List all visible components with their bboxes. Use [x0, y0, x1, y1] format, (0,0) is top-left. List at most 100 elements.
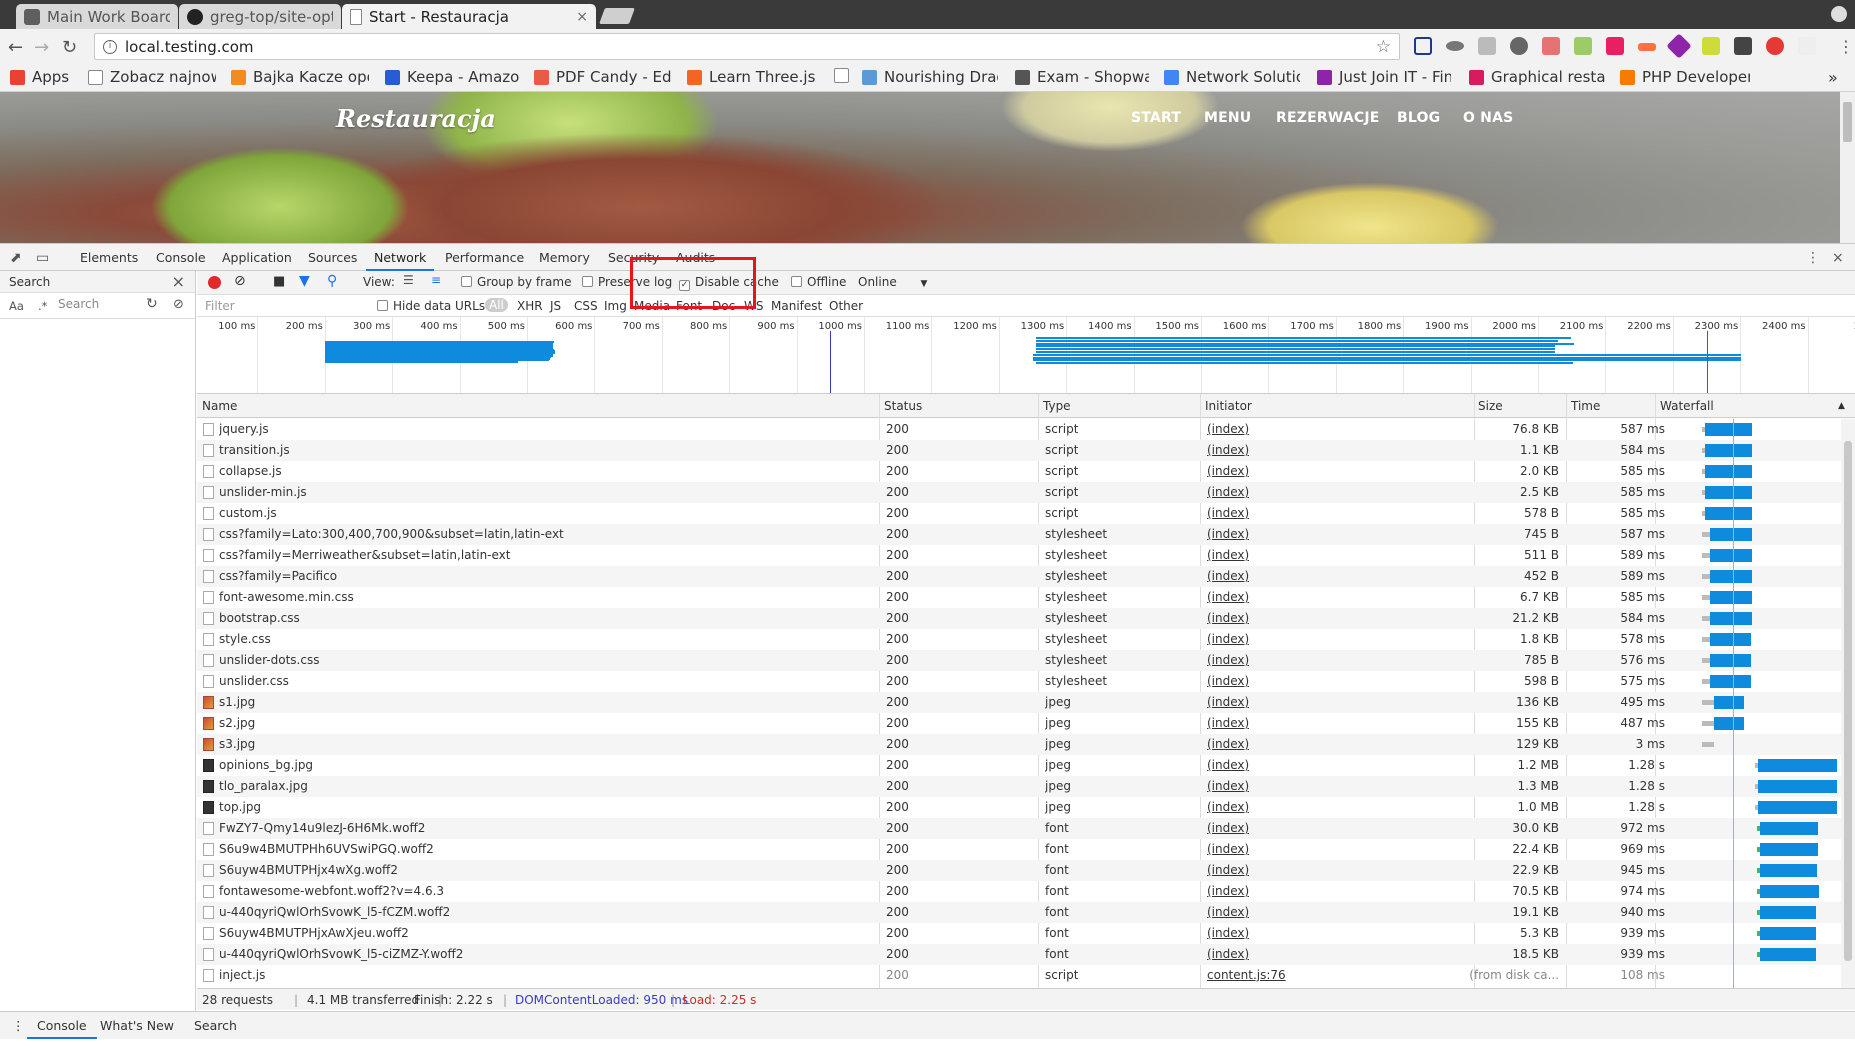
offline-checkbox[interactable]: Offline: [791, 275, 846, 289]
devtools-tab-application[interactable]: Application: [222, 250, 292, 265]
more-bookmarks-icon[interactable]: »: [1828, 68, 1838, 87]
column-header-waterfall[interactable]: Waterfall: [1660, 399, 1714, 413]
extension-icon-12[interactable]: [1766, 37, 1784, 55]
site-nav-menu[interactable]: MENU: [1204, 110, 1251, 126]
cell-initiator[interactable]: (index): [1207, 548, 1249, 562]
table-row[interactable]: tlo_paralax.jpg 200 jpeg (index) 1.3 MB 1.28 …: [197, 776, 1855, 797]
cell-initiator[interactable]: (index): [1207, 926, 1249, 940]
cell-initiator[interactable]: (index): [1207, 821, 1249, 835]
forward-icon[interactable]: →: [34, 37, 49, 58]
new-tab-button[interactable]: [599, 8, 635, 24]
bookmark-item[interactable]: Nourishing Drag: [862, 68, 998, 86]
cell-initiator[interactable]: (index): [1207, 737, 1249, 751]
site-nav-o-nas[interactable]: O NAS: [1463, 110, 1513, 126]
sort-ascending-icon[interactable]: ▲: [1838, 401, 1845, 411]
page-scrollbar[interactable]: [1840, 92, 1855, 243]
table-row[interactable]: unslider.css 200 stylesheet (index) 598 B 575…: [197, 671, 1855, 692]
table-row[interactable]: s3.jpg 200 jpeg (index) 129 KB 3 ms: [197, 734, 1855, 755]
table-row[interactable]: custom.js 200 script (index) 578 B 585 ms: [197, 503, 1855, 524]
table-row[interactable]: opinions_bg.jpg 200 jpeg (index) 1.2 MB 1.28 …: [197, 755, 1855, 776]
table-row[interactable]: s1.jpg 200 jpeg (index) 136 KB 495 ms: [197, 692, 1855, 713]
checkbox[interactable]: [461, 276, 472, 287]
bookmark-item[interactable]: Learn Three.js -: [687, 68, 815, 86]
table-row[interactable]: unslider-dots.css 200 stylesheet (index) 785…: [197, 650, 1855, 671]
drawer-tab-search[interactable]: Search: [194, 1018, 237, 1033]
cell-initiator[interactable]: (index): [1207, 422, 1249, 436]
bookmark-item[interactable]: Exam - Shopwar: [1015, 68, 1149, 86]
extension-icon-13[interactable]: [1798, 37, 1816, 55]
filter-type-all[interactable]: All: [485, 298, 508, 312]
extension-icon-5[interactable]: [1542, 37, 1560, 55]
cell-initiator[interactable]: (index): [1207, 716, 1249, 730]
regex-toggle[interactable]: .*: [38, 299, 47, 313]
cell-initiator[interactable]: (index): [1207, 464, 1249, 478]
clear-icon[interactable]: ⊘: [234, 273, 246, 289]
scrollbar-thumb[interactable]: [1844, 441, 1852, 961]
large-rows-icon[interactable]: ☰: [403, 273, 414, 287]
table-row[interactable]: unslider-min.js 200 script (index) 2.5 KB 585…: [197, 482, 1855, 503]
reload-icon[interactable]: ↻: [62, 37, 77, 58]
extension-icon-7[interactable]: [1606, 37, 1624, 55]
table-row[interactable]: bootstrap.css 200 stylesheet (index) 21.2 KB…: [197, 608, 1855, 629]
column-header-time[interactable]: Time: [1571, 399, 1600, 413]
cell-initiator[interactable]: (index): [1207, 884, 1249, 898]
cell-initiator[interactable]: (index): [1207, 905, 1249, 919]
address-bar[interactable]: i local.testing.com ☆: [94, 33, 1400, 60]
extension-icon-8[interactable]: [1638, 43, 1656, 51]
cell-initiator[interactable]: content.js:76: [1207, 968, 1286, 982]
cell-initiator[interactable]: (index): [1207, 485, 1249, 499]
device-toolbar-icon[interactable]: ▭: [36, 250, 49, 266]
table-row[interactable]: S6uyw4BMUTPHjxAwXjeu.woff2 200 font (index)…: [197, 923, 1855, 944]
filter-type-xhr[interactable]: XHR: [517, 299, 543, 313]
cell-initiator[interactable]: (index): [1207, 863, 1249, 877]
filter-type-img[interactable]: Img: [604, 299, 627, 313]
drawer-tab-console[interactable]: Console: [27, 1018, 97, 1039]
cell-initiator[interactable]: (index): [1207, 590, 1249, 604]
group-by-frame-checkbox[interactable]: Group by frame: [461, 275, 571, 289]
refresh-icon[interactable]: ↻: [146, 296, 158, 312]
filter-type-js[interactable]: JS: [550, 299, 561, 313]
cell-initiator[interactable]: (index): [1207, 695, 1249, 709]
extension-icon-1[interactable]: [1414, 37, 1432, 55]
cell-initiator[interactable]: (index): [1207, 527, 1249, 541]
table-row[interactable]: style.css 200 stylesheet (index) 1.8 KB 578 m…: [197, 629, 1855, 650]
throttle-select[interactable]: Online ▼: [858, 275, 927, 289]
site-nav-rezerwacje[interactable]: REZERWACJE: [1276, 110, 1380, 126]
table-row[interactable]: u-440qyriQwlOrhSvowK_l5-fCZM.woff2 200 fon…: [197, 902, 1855, 923]
column-header-status[interactable]: Status: [884, 399, 922, 413]
bookmark-item[interactable]: Bajka Kacze opo: [231, 68, 369, 86]
checkbox[interactable]: [377, 300, 388, 311]
table-row[interactable]: FwZY7-Qmy14u9lezJ-6H6Mk.woff2 200 font (ind…: [197, 818, 1855, 839]
bookmark-item[interactable]: [834, 68, 854, 83]
filter-input[interactable]: Filter: [205, 299, 235, 313]
table-row[interactable]: css?family=Merriweather&subset=latin,lat…: [197, 545, 1855, 566]
extension-icon-6[interactable]: [1574, 37, 1592, 55]
filter-type-manifest[interactable]: Manifest: [771, 299, 822, 313]
cell-initiator[interactable]: (index): [1207, 569, 1249, 583]
tab-3-active[interactable]: Start - Restauracja ×: [342, 4, 596, 29]
table-row[interactable]: font-awesome.min.css 200 stylesheet (index)…: [197, 587, 1855, 608]
extension-icon-9[interactable]: [1666, 33, 1692, 59]
table-row[interactable]: transition.js 200 script (index) 1.1 KB 584 m…: [197, 440, 1855, 461]
waterfall-view-icon[interactable]: ≡: [431, 273, 441, 287]
table-row[interactable]: inject.js 200 script content.js:76 (from dis…: [197, 965, 1855, 986]
bookmark-item[interactable]: Zobacz najnows: [88, 68, 216, 86]
site-nav-start[interactable]: START: [1131, 110, 1181, 126]
extension-icon-3[interactable]: [1478, 37, 1496, 55]
close-devtools-icon[interactable]: ×: [1832, 250, 1844, 266]
devtools-tab-memory[interactable]: Memory: [539, 250, 590, 265]
inspect-element-icon[interactable]: ⬈: [10, 250, 22, 266]
table-row[interactable]: u-440qyriQwlOrhSvowK_l5-ciZMZ-Y.woff2 200…: [197, 944, 1855, 965]
cell-initiator[interactable]: (index): [1207, 506, 1249, 520]
extension-icon-11[interactable]: [1734, 37, 1752, 55]
filter-type-css[interactable]: CSS: [574, 299, 598, 313]
devtools-tab-network[interactable]: Network: [365, 250, 435, 271]
devtools-tab-performance[interactable]: Performance: [445, 250, 524, 265]
network-overview-timeline[interactable]: 100 ms 200 ms 300 ms 400 ms 500 ms 600 ms 700 …: [197, 317, 1855, 394]
table-row[interactable]: css?family=Pacifico 200 stylesheet (index) 4…: [197, 566, 1855, 587]
bookmark-item[interactable]: Graphical restau: [1469, 68, 1605, 86]
drawer-menu-icon[interactable]: ⋮: [12, 1018, 25, 1033]
table-scrollbar[interactable]: [1841, 419, 1855, 988]
table-row[interactable]: s2.jpg 200 jpeg (index) 155 KB 487 ms: [197, 713, 1855, 734]
cell-initiator[interactable]: (index): [1207, 842, 1249, 856]
